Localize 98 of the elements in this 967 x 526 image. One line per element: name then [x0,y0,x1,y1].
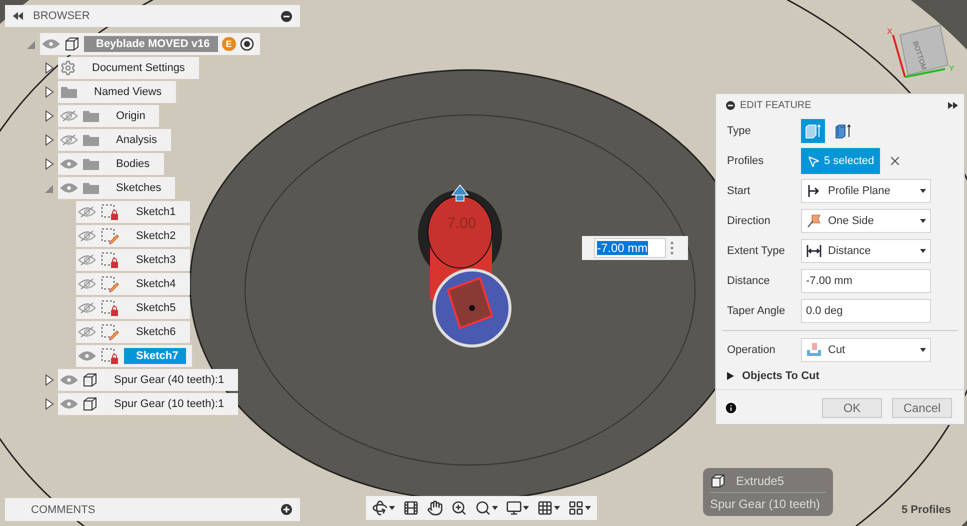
comments-bar: COMMENTS [5,498,300,521]
folder-icon [82,181,100,195]
expand-toggle[interactable] [44,398,54,410]
caret-icon [389,506,395,510]
pan-icon [427,500,443,516]
field-label: Operation [727,344,776,356]
browser-node[interactable]: Spur Gear (10 teeth):1 [58,393,238,415]
distance-input[interactable]: -7.00 mm [594,238,666,258]
tooltip-text: Spur Gear (10 teeth) [710,497,822,511]
browser-node[interactable]: Sketches [58,177,176,199]
zoom-icon [451,500,467,516]
dialog-button[interactable]: Cancel [892,398,952,418]
field-label: Extent Type [727,245,786,257]
active-radio-icon[interactable] [240,37,254,51]
input-field[interactable]: -7.00 mm [801,269,931,293]
caret-icon [920,348,926,352]
panel-title: EDIT FEATURE [740,100,812,110]
distance-icon [806,243,822,259]
browser-node[interactable]: Named Views [58,81,176,103]
browser-node[interactable]: Origin [58,105,160,127]
expand-toggle[interactable] [44,86,54,98]
field-label: Taper Angle [727,305,786,317]
browser-node[interactable]: Analysis [58,129,171,151]
status-text: 5 Profiles [901,504,951,516]
eye-icon[interactable] [60,158,78,170]
expand-panel-icon[interactable] [948,102,958,108]
field-label: Direction [727,215,772,227]
caret-icon [920,219,926,223]
info-icon[interactable] [724,401,738,415]
expand-toggle[interactable] [44,158,54,170]
field-label: Type [727,125,752,137]
viewports-icon [568,500,584,516]
axis-label: Y [949,64,954,73]
minimize-icon[interactable] [726,100,735,110]
section-toggle[interactable]: Objects To Cut [716,365,964,387]
dropdown-field[interactable]: Profile Plane [801,179,931,203]
eye-icon[interactable] [60,398,78,410]
cube-icon [710,473,726,489]
field-label: Profiles [727,155,765,167]
browser-node[interactable]: Sketch5 [76,297,190,319]
caret-icon [523,506,529,510]
eye-icon[interactable] [60,182,78,194]
folder-icon [82,157,100,171]
axis-label: X [887,27,892,36]
pointer-icon [807,154,820,168]
eye-icon[interactable] [42,38,60,50]
caret-icon [920,189,926,193]
add-icon[interactable] [281,504,292,515]
plane-start-icon [806,183,822,199]
browser-header: BROWSER [5,5,300,27]
input-field[interactable]: 0.0 deg [801,299,931,323]
eye-icon[interactable] [78,350,96,362]
browser-node[interactable]: Sketch2 [76,225,190,247]
extrude-icon [804,122,822,140]
field-label: Distance [727,275,771,287]
display-icon [506,500,522,516]
dropdown-field[interactable]: Cut [801,338,931,362]
expand-triangle-icon [727,372,734,380]
orbit-icon [372,500,388,516]
flag-arrow-icon [806,213,822,229]
tooltip-title: Extrude5 [736,474,784,488]
gear-icon [60,60,76,76]
browser-node[interactable]: Sketch4 [76,273,190,295]
collapse-panel-icon[interactable] [13,12,23,20]
browser-node[interactable]: Bodies [58,153,164,175]
browser-node[interactable]: Spur Gear (40 teeth):1 [58,369,238,391]
expand-toggle[interactable] [44,134,54,146]
expand-toggle[interactable] [44,374,54,386]
thin-extrude-icon [834,122,852,140]
caret-icon [492,506,498,510]
dropdown-field[interactable]: One Side [801,209,931,233]
folder-icon [60,85,78,99]
browser-node[interactable]: Sketch3 [76,249,190,271]
cut-icon [806,342,822,358]
edit-badge: E [222,37,236,51]
eye-icon[interactable] [60,374,78,386]
caret-icon [585,506,591,510]
cube-icon [82,396,98,412]
dialog-button[interactable]: OK [822,398,882,418]
caret-icon [920,249,926,253]
browser-node[interactable]: Document Settings [58,57,199,79]
browser-node[interactable]: Sketch1 [76,201,190,223]
view-cube-drawing [892,24,949,78]
browser-node[interactable]: Sketch6 [76,321,190,343]
component-icon [64,36,80,52]
cube-icon [82,372,98,388]
field-label: Start [727,185,752,197]
expand-toggle[interactable] [44,110,54,122]
dropdown-field[interactable]: Distance [801,239,931,263]
more-icon[interactable] [670,241,674,255]
dimension-label: 7.00 [447,215,476,232]
zoom-window-icon [475,500,491,516]
grid-icon [537,500,553,516]
caret-icon [554,506,560,510]
folder-icon [82,109,100,123]
expand-toggle[interactable] [44,62,54,74]
minimize-icon[interactable] [281,10,292,22]
folder-icon [82,133,100,147]
